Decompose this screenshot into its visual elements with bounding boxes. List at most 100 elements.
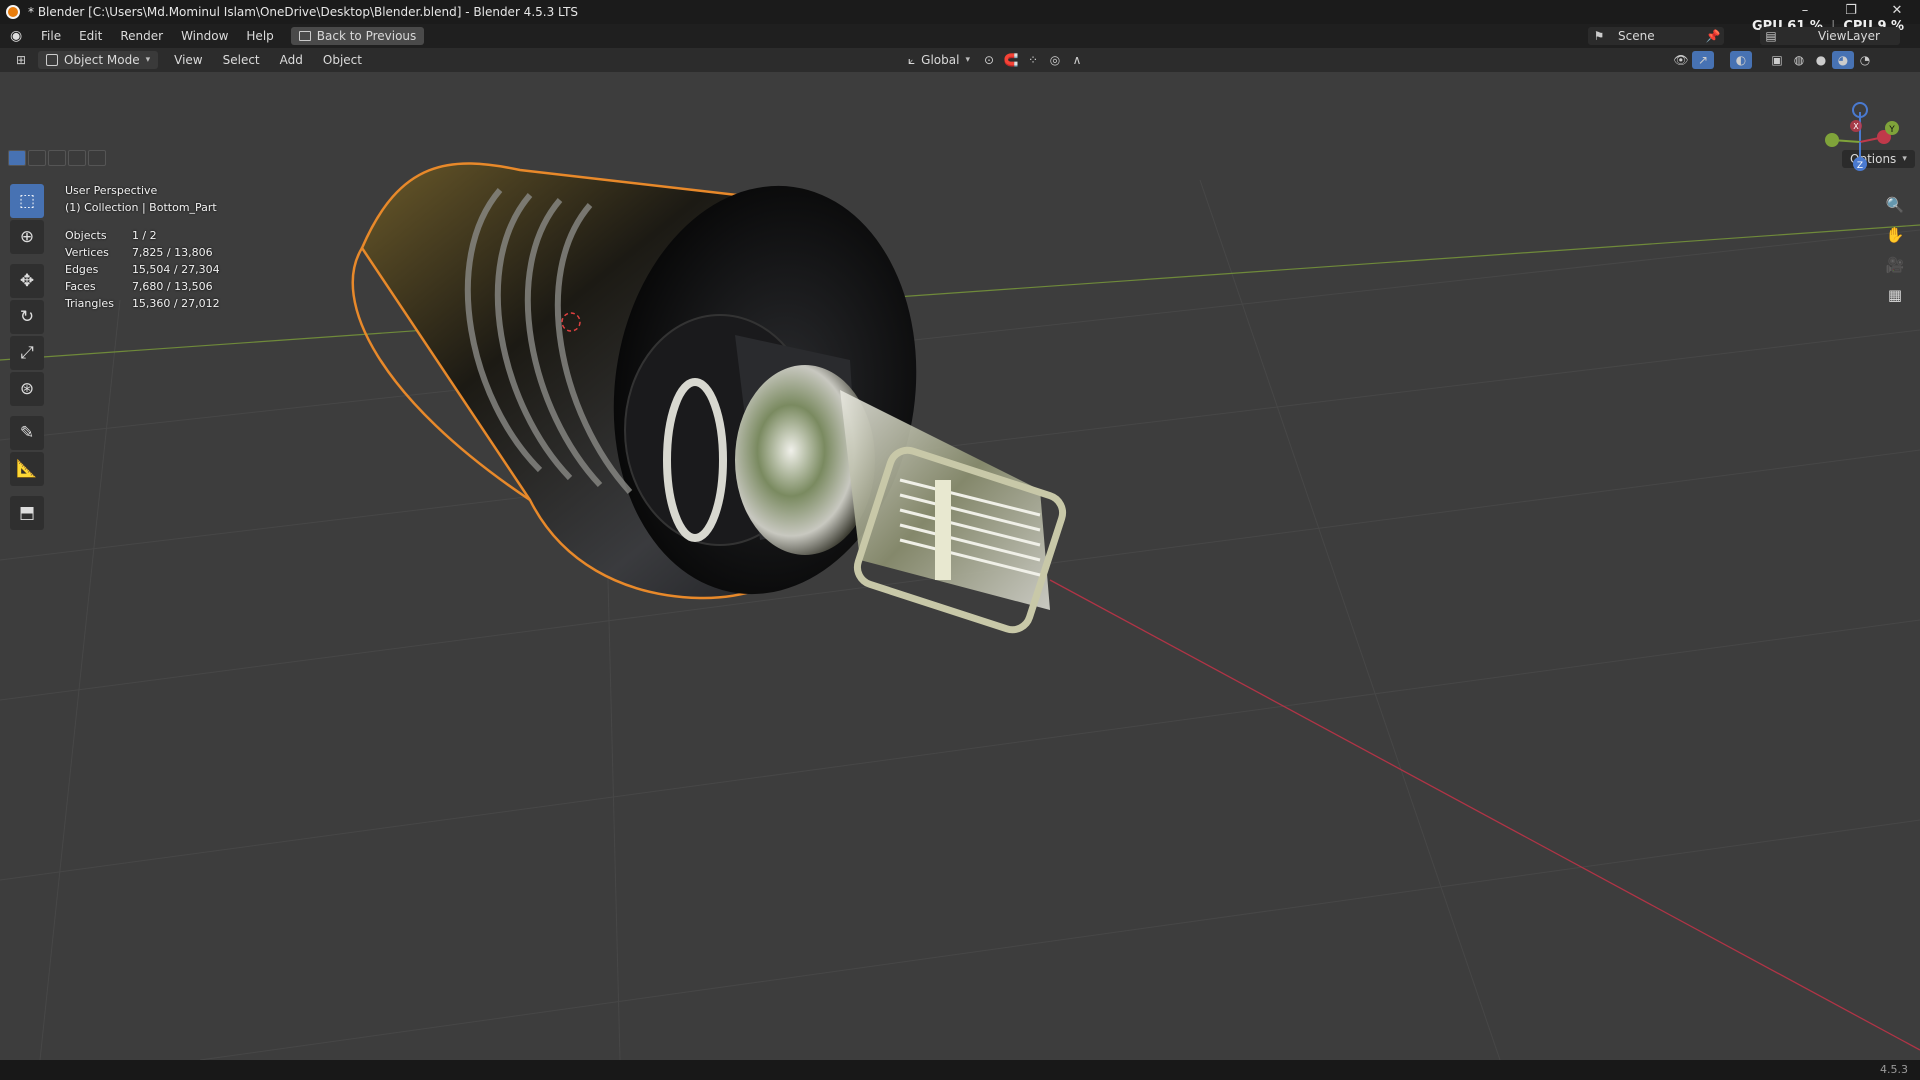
window-titlebar: * Blender [C:\Users\Md.Mominul Islam\One… [0,0,1920,24]
stat-label: Triangles [65,297,114,310]
stat-row: Triangles 15,360 / 27,012 [65,295,238,312]
mode-label: Object Mode [64,53,140,67]
view-name: User Perspective [65,184,158,197]
gizmo-toggle-icon[interactable]: ↗ [1691,51,1714,69]
chevron-down-icon: ▾ [145,55,151,65]
scale-tool-icon[interactable]: ⤢ [10,336,44,370]
select-box-icon[interactable]: ⬚ [10,184,44,218]
select-intersect-icon[interactable] [88,150,106,166]
scene-statistics: Objects 1 / 2 Vertices 7,825 / 13,806 Edge… [65,227,238,312]
menu-object[interactable]: Object [313,53,372,67]
chevron-down-icon: ▾ [965,55,970,65]
stat-row: Faces 7,680 / 13,506 [65,278,238,295]
viewport-scene [0,162,1920,1061]
mode-dropdown[interactable]: Object Mode ▾ [38,51,159,69]
menu-select[interactable]: Select [213,53,270,67]
stat-label: Objects [65,229,107,242]
orientation-dropdown[interactable]: ⟀ Global ▾ [900,51,978,69]
cursor-tool-icon[interactable]: ⊕ [10,220,44,254]
stat-label: Vertices [65,246,109,259]
tool-divider [10,488,44,494]
overlay-toggle-icon[interactable]: ◐ [1729,51,1752,69]
stat-value: 15,504 / 27,304 [131,263,220,276]
back-to-previous-button[interactable]: Back to Previous [290,27,425,45]
viewport-header: ⊞ Object Mode ▾ View Select Add Object ⟀… [0,48,1920,72]
measure-tool-icon[interactable]: 📐 [10,452,44,486]
select-subtract-icon[interactable] [48,150,66,166]
tool-divider [10,256,44,262]
chevron-down-icon: ▾ [1902,154,1907,164]
zoom-icon[interactable]: 🔍 [1882,194,1908,216]
annotate-tool-icon[interactable]: ✎ [10,416,44,450]
stat-value: 7,825 / 13,806 [131,246,213,259]
selection-mode-buttons [8,150,106,166]
gizmo-neg-y [1825,133,1839,147]
falloff-icon[interactable]: ∧ [1066,51,1088,69]
snap-icon[interactable]: 🧲 [1000,51,1022,69]
menu-add[interactable]: Add [270,53,313,67]
navigation-gizmo[interactable]: Y X Z [1820,102,1900,182]
stat-label: Faces [65,280,96,293]
perspective-toggle-icon[interactable]: ▦ [1882,284,1908,306]
scene-selector[interactable]: ⚑ Scene 📌 [1588,27,1724,45]
editor-type-icon[interactable]: ⊞ [10,51,32,69]
x-axis-line [1049,579,1920,1051]
scene-name: Scene [1618,29,1655,43]
select-invert-icon[interactable] [68,150,86,166]
screen-icon [298,31,311,41]
orientation-label: Global [921,53,960,67]
pivot-point-icon[interactable]: ⊙ [978,51,1000,69]
y-axis-line [0,224,1920,361]
active-collection: (1) Collection | Bottom_Part [65,201,217,214]
version-label: 4.5.3 [1880,1063,1908,1076]
camera-view-icon[interactable]: 🎥 [1882,254,1908,276]
view-layer-selector[interactable]: ▤ ViewLayer [1760,27,1900,45]
stat-row: Vertices 7,825 / 13,806 [65,244,238,261]
gizmo-z-label: Z [1857,161,1863,171]
rendered-shading-icon[interactable]: ◔ [1854,51,1876,69]
3d-viewport[interactable]: Options ▾ ⬚ ⊕ ✥ ↻ ⤢ ⊛ ✎ 📐 ⬒ User Perspec… [0,72,1920,1061]
menu-file[interactable]: File [32,29,70,43]
object-mode-icon [46,54,58,66]
scene-icon: ⚑ [1593,29,1605,43]
viewport-text-info: User Perspective (1) Collection | Bottom… [65,182,217,216]
select-extend-icon[interactable] [28,150,46,166]
transform-tool-icon[interactable]: ⊛ [10,372,44,406]
snap-target-icon[interactable]: ⁘ [1022,51,1044,69]
window-title: * Blender [C:\Users\Md.Mominul Islam\One… [28,5,579,19]
pan-hand-icon[interactable]: ✋ [1882,224,1908,246]
transform-orientation-icon: ⟀ [907,52,916,67]
grid-lines [0,179,1920,1061]
menu-window[interactable]: Window [172,29,237,43]
menu-view[interactable]: View [164,53,212,67]
back-to-previous-label: Back to Previous [316,29,417,43]
gizmo-x-label: X [1853,122,1859,131]
stat-value: 15,360 / 27,012 [131,297,220,310]
rotate-tool-icon[interactable]: ↻ [10,300,44,334]
wireframe-shading-icon[interactable]: ◍ [1788,51,1810,69]
stat-row: Edges 15,504 / 27,304 [65,261,238,278]
view-layer-icon: ▤ [1765,29,1777,43]
solid-shading-icon[interactable]: ● [1810,51,1832,69]
proportional-edit-icon[interactable]: ◎ [1044,51,1066,69]
select-new-icon[interactable] [8,150,26,166]
stat-label: Edges [65,263,99,276]
menu-render[interactable]: Render [111,29,172,43]
stat-value: 1 / 2 [131,229,157,242]
menu-edit[interactable]: Edit [70,29,111,43]
blender-logo-icon [6,5,20,19]
view-layer-name: ViewLayer [1818,29,1880,43]
tool-shelf: ⬚ ⊕ ✥ ↻ ⤢ ⊛ ✎ 📐 ⬒ [10,184,44,530]
xray-icon[interactable]: ▣ [1766,51,1788,69]
add-cube-tool-icon[interactable]: ⬒ [10,496,44,530]
stat-row: Objects 1 / 2 [65,227,238,244]
model-bottom-part [351,162,1067,634]
visibility-icon[interactable]: 👁 [1670,51,1692,69]
stat-value: 7,680 / 13,506 [131,280,213,293]
blender-menu-icon[interactable]: ◉ [10,28,28,44]
gizmo-y-label: Y [1888,125,1895,135]
pin-icon[interactable]: 📌 [1702,27,1724,45]
menu-help[interactable]: Help [237,29,282,43]
move-tool-icon[interactable]: ✥ [10,264,44,298]
material-shading-icon[interactable]: ◕ [1831,51,1854,69]
